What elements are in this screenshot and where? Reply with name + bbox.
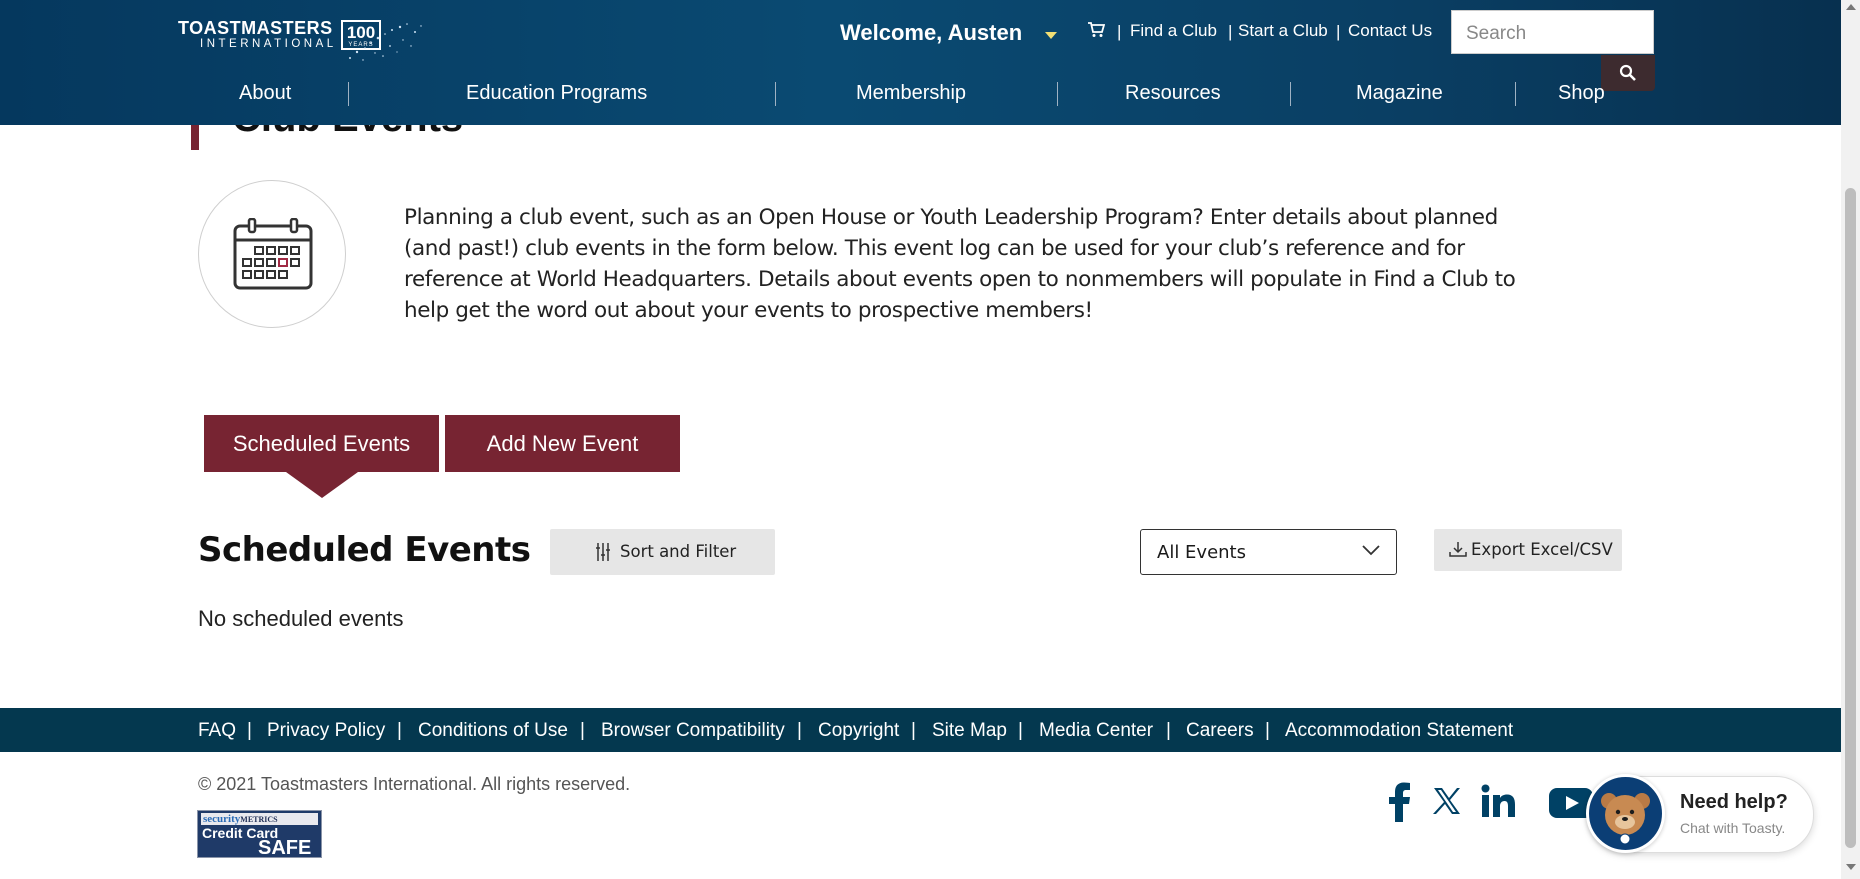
download-icon bbox=[1449, 542, 1467, 557]
search-button[interactable] bbox=[1601, 55, 1655, 91]
start-a-club-link[interactable]: Start a Club bbox=[1238, 21, 1328, 41]
intro-paragraph: Planning a club event, such as an Open H… bbox=[404, 205, 1516, 323]
find-a-club-link[interactable]: Find a Club bbox=[1130, 21, 1217, 41]
nav-separator bbox=[1057, 82, 1058, 106]
utility-separator: | bbox=[1228, 22, 1233, 41]
nav-separator bbox=[1290, 82, 1291, 106]
nav-separator bbox=[775, 82, 776, 106]
chevron-down-icon bbox=[1362, 545, 1380, 556]
event-filter-select[interactable]: All Events bbox=[1140, 529, 1397, 575]
search-icon bbox=[1619, 64, 1636, 81]
footer-separator: | bbox=[1265, 720, 1270, 741]
help-subtitle: Chat with Toasty. bbox=[1680, 820, 1786, 836]
utility-separator: | bbox=[1336, 22, 1341, 41]
toastmasters-logo[interactable]: TOASTMASTERS INTERNATIONAL 100 YEARS bbox=[178, 18, 381, 50]
footer-separator: | bbox=[397, 720, 402, 741]
footer-separator: | bbox=[911, 720, 916, 741]
export-label: Export Excel/CSV bbox=[1471, 540, 1613, 559]
footer-link-conditions-of-use[interactable]: Conditions of Use bbox=[418, 720, 568, 742]
nav-separator bbox=[1515, 82, 1516, 106]
facebook-icon[interactable] bbox=[1388, 782, 1412, 822]
scroll-up-arrow-icon[interactable] bbox=[1846, 4, 1856, 10]
nav-membership[interactable]: Membership bbox=[856, 82, 966, 105]
site-header: TOASTMASTERS INTERNATIONAL 100 YEARS Wel… bbox=[0, 0, 1841, 125]
badge-line-2: SAFE bbox=[258, 837, 312, 859]
footer-separator: | bbox=[1018, 720, 1023, 741]
linkedin-icon[interactable] bbox=[1481, 784, 1517, 818]
toasty-avatar[interactable] bbox=[1586, 774, 1665, 853]
footer-link-privacy-policy[interactable]: Privacy Policy bbox=[267, 720, 385, 742]
tab-scheduled-events[interactable]: Scheduled Events bbox=[204, 415, 439, 472]
scrollbar-thumb[interactable] bbox=[1845, 188, 1856, 848]
sparkle-decoration-icon bbox=[349, 23, 422, 61]
sort-and-filter-button[interactable]: Sort and Filter bbox=[550, 529, 775, 575]
logo-subtitle: INTERNATIONAL bbox=[200, 38, 337, 50]
footer-link-media-center[interactable]: Media Center bbox=[1039, 720, 1153, 742]
teddy-bear-icon bbox=[1601, 793, 1650, 845]
footer-separator: | bbox=[797, 720, 802, 741]
logo-brand: TOASTMASTERS bbox=[178, 18, 333, 38]
nav-about[interactable]: About bbox=[239, 82, 291, 105]
search-input[interactable]: Search bbox=[1451, 10, 1654, 54]
footer-link-careers[interactable]: Careers bbox=[1186, 720, 1254, 742]
help-title: Need help? bbox=[1680, 791, 1788, 813]
footer-link-copyright[interactable]: Copyright bbox=[818, 720, 899, 742]
footer-link-faq[interactable]: FAQ bbox=[198, 720, 236, 742]
contact-us-link[interactable]: Contact Us bbox=[1348, 21, 1432, 41]
page-scrollbar[interactable] bbox=[1841, 0, 1860, 879]
footer-link-browser-compatibility[interactable]: Browser Compatibility bbox=[601, 720, 785, 742]
event-filter-value: All Events bbox=[1157, 542, 1246, 563]
nav-magazine[interactable]: Magazine bbox=[1356, 82, 1443, 105]
sort-and-filter-label: Sort and Filter bbox=[620, 542, 737, 561]
copyright-notice: © 2021 Toastmasters International. All r… bbox=[198, 774, 631, 794]
nav-education-programs[interactable]: Education Programs bbox=[466, 82, 647, 105]
calendar-icon bbox=[233, 218, 313, 290]
nav-shop[interactable]: Shop bbox=[1558, 82, 1605, 105]
section-title: Scheduled Events bbox=[198, 530, 531, 570]
sliders-icon bbox=[596, 543, 610, 561]
nav-resources[interactable]: Resources bbox=[1125, 82, 1221, 105]
scroll-down-arrow-icon[interactable] bbox=[1846, 864, 1856, 870]
nav-separator bbox=[348, 82, 349, 106]
badge-brand: securityMETRICS bbox=[201, 813, 318, 825]
utility-separator: | bbox=[1117, 22, 1122, 41]
welcome-user-menu[interactable]: Welcome, Austen bbox=[840, 20, 1022, 46]
footer-link-site-map[interactable]: Site Map bbox=[932, 720, 1007, 742]
x-twitter-icon[interactable] bbox=[1432, 786, 1462, 816]
empty-state-message: No scheduled events bbox=[198, 606, 404, 631]
active-tab-indicator bbox=[286, 472, 358, 498]
footer-link-accommodation-statement[interactable]: Accommodation Statement bbox=[1285, 720, 1513, 742]
chevron-down-icon[interactable] bbox=[1045, 32, 1057, 39]
footer-separator: | bbox=[580, 720, 585, 741]
securitymetrics-badge[interactable]: securityMETRICS Credit Card SAFE bbox=[197, 810, 322, 858]
shopping-cart-icon[interactable] bbox=[1087, 22, 1105, 38]
footer-separator: | bbox=[247, 720, 252, 741]
export-excel-csv-button[interactable]: Export Excel/CSV bbox=[1434, 529, 1622, 571]
footer-separator: | bbox=[1166, 720, 1171, 741]
tab-add-new-event[interactable]: Add New Event bbox=[445, 415, 680, 472]
calendar-illustration bbox=[198, 180, 346, 328]
